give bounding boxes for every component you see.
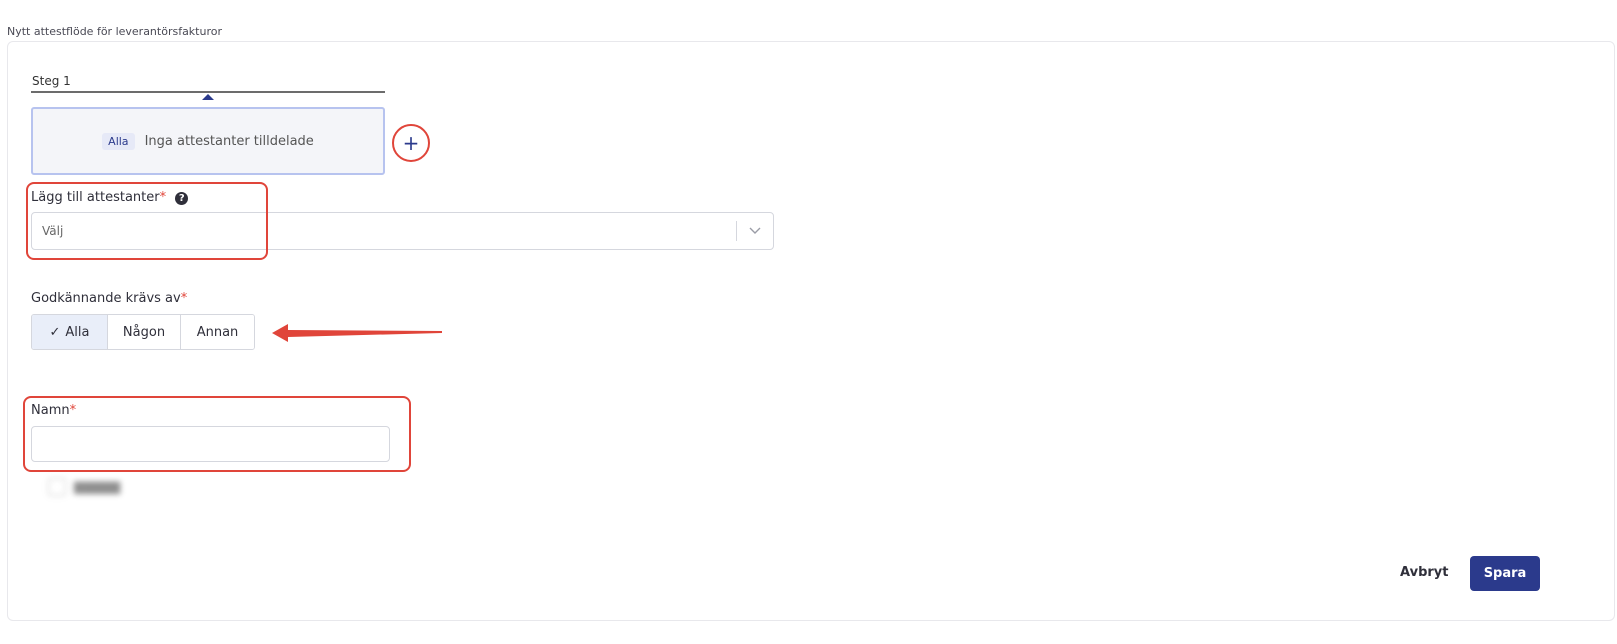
step-empty-text: Inga attestanter tilldelade [144, 133, 314, 149]
step-approval-badge: Alla [102, 132, 135, 150]
approval-label-row: Godkännande krävs av* [31, 291, 187, 306]
attestants-select[interactable]: Välj [31, 212, 774, 250]
page-title: Nytt attestflöde för leverantörsfakturor [7, 25, 222, 38]
approval-option-label: Någon [122, 324, 166, 340]
name-input[interactable] [31, 426, 390, 462]
chevron-down-icon[interactable] [737, 227, 773, 235]
add-step-button[interactable]: + [392, 124, 430, 162]
attestants-label: Lägg till attestanter [31, 190, 160, 205]
required-mark: * [159, 190, 167, 205]
required-mark: * [180, 291, 188, 306]
approval-option-someone[interactable]: Någon [108, 315, 181, 349]
step-tab-underline [31, 91, 385, 93]
check-icon: ✓ [49, 324, 61, 340]
cancel-button[interactable]: Avbryt [1400, 556, 1448, 590]
name-label: Namn [31, 403, 70, 418]
annotation-arrow-icon [272, 324, 442, 342]
approval-option-other[interactable]: Annan [181, 315, 254, 349]
approval-option-all[interactable]: ✓ Alla [32, 315, 108, 349]
attestants-label-row: Lägg till attestanter* ? [31, 190, 189, 205]
approval-option-label: Annan [196, 324, 239, 340]
approval-segmented-control: ✓ Alla Någon Annan [31, 314, 255, 350]
step-box[interactable]: Alla Inga attestanter tilldelade [31, 107, 385, 175]
attestants-select-value: Välj [42, 224, 64, 238]
approval-option-label: Alla [65, 324, 90, 340]
plus-icon: + [402, 131, 420, 155]
help-icon[interactable]: ? [175, 192, 189, 205]
required-mark: * [69, 403, 77, 418]
save-button[interactable]: Spara [1470, 556, 1540, 591]
blurred-checkbox-row: ▇▇▇▇▇ [48, 476, 120, 498]
step-tab-title[interactable]: Steg 1 [32, 74, 71, 88]
step-caret-icon [202, 94, 214, 100]
approval-label: Godkännande krävs av [31, 291, 181, 306]
name-label-row: Namn* [31, 403, 76, 418]
blurred-text: ▇▇▇▇▇ [74, 480, 121, 494]
checkbox [48, 478, 66, 496]
